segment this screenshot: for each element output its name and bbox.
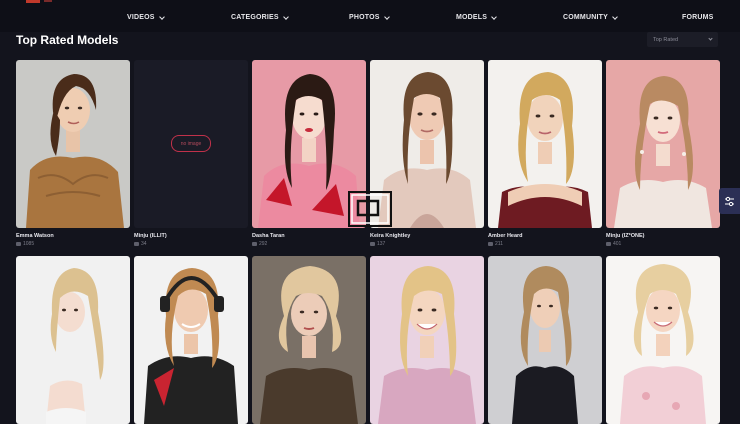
- image-icon: [606, 242, 611, 246]
- photo-count: 211: [488, 241, 503, 247]
- picture-in-picture-icon[interactable]: [348, 191, 392, 227]
- chevron-down-icon: [491, 13, 497, 20]
- site-logo[interactable]: [26, 0, 40, 3]
- chevron-down-icon: [383, 13, 390, 20]
- photo-count-value: 34: [141, 241, 147, 247]
- nav-categories-label: CATEGORIES: [231, 14, 279, 21]
- nav-community-label: COMMUNITY: [563, 14, 608, 21]
- nav-models-label: MODELS: [456, 14, 488, 21]
- filter-toggle-button[interactable]: [719, 188, 740, 214]
- model-photo[interactable]: [134, 256, 248, 424]
- nav-community[interactable]: COMMUNITY: [563, 13, 618, 21]
- model-name[interactable]: Minju (ILLIT): [134, 233, 167, 239]
- photo-count-value: 401: [613, 241, 622, 247]
- nav-forums-label: FORUMS: [682, 14, 714, 21]
- image-icon: [134, 242, 139, 246]
- photo-count: 401: [606, 241, 621, 247]
- nav-photos[interactable]: PHOTOS: [349, 13, 390, 21]
- model-name[interactable]: Amber Heard: [488, 233, 523, 239]
- model-photo[interactable]: [488, 60, 602, 228]
- photo-count: 292: [252, 241, 267, 247]
- image-icon: [16, 242, 21, 246]
- model-name[interactable]: Keira Knightley: [370, 233, 410, 239]
- model-photo-placeholder[interactable]: no image: [134, 60, 248, 228]
- photo-count-value: 1085: [23, 241, 35, 247]
- chevron-down-icon: [612, 13, 618, 20]
- image-icon: [488, 242, 493, 246]
- no-image-badge: no image: [171, 135, 211, 152]
- model-name[interactable]: Emma Watson: [16, 233, 54, 239]
- sort-select-value: Top Rated: [653, 36, 679, 43]
- chevron-down-icon: [158, 13, 165, 20]
- chevron-down-icon: [708, 36, 713, 41]
- photo-count-value: 137: [377, 241, 386, 247]
- model-photo[interactable]: [606, 60, 720, 228]
- model-photo[interactable]: [606, 256, 720, 424]
- image-icon: [252, 242, 257, 246]
- model-name[interactable]: Minju (IZ*ONE): [606, 233, 645, 239]
- photo-count-value: 292: [259, 241, 268, 247]
- sliders-icon: [725, 196, 734, 206]
- model-photo[interactable]: [16, 256, 130, 424]
- image-icon: [370, 242, 375, 246]
- nav-forums[interactable]: FORUMS: [682, 14, 714, 21]
- photo-count: 137: [370, 241, 385, 247]
- chevron-down-icon: [282, 13, 289, 20]
- photo-count-value: 211: [495, 241, 503, 247]
- top-navigation: VIDEOS CATEGORIES PHOTOS MODELS COMMUNIT…: [0, 0, 740, 32]
- model-photo[interactable]: [16, 60, 130, 228]
- nav-videos-label: VIDEOS: [127, 14, 155, 21]
- sort-select[interactable]: Top Rated: [647, 32, 718, 47]
- model-photo[interactable]: [252, 256, 366, 424]
- nav-videos[interactable]: VIDEOS: [127, 13, 165, 21]
- model-photo[interactable]: [488, 256, 602, 424]
- nav-categories[interactable]: CATEGORIES: [231, 13, 289, 21]
- nav-photos-label: PHOTOS: [349, 14, 380, 21]
- site-logo-mark: [44, 0, 52, 2]
- photo-count: 34: [134, 241, 147, 247]
- nav-models[interactable]: MODELS: [456, 13, 497, 21]
- page-title: Top Rated Models: [16, 33, 119, 47]
- model-name[interactable]: Dasha Taran: [252, 233, 285, 239]
- model-photo[interactable]: [370, 256, 484, 424]
- photo-count: 1085: [16, 241, 34, 247]
